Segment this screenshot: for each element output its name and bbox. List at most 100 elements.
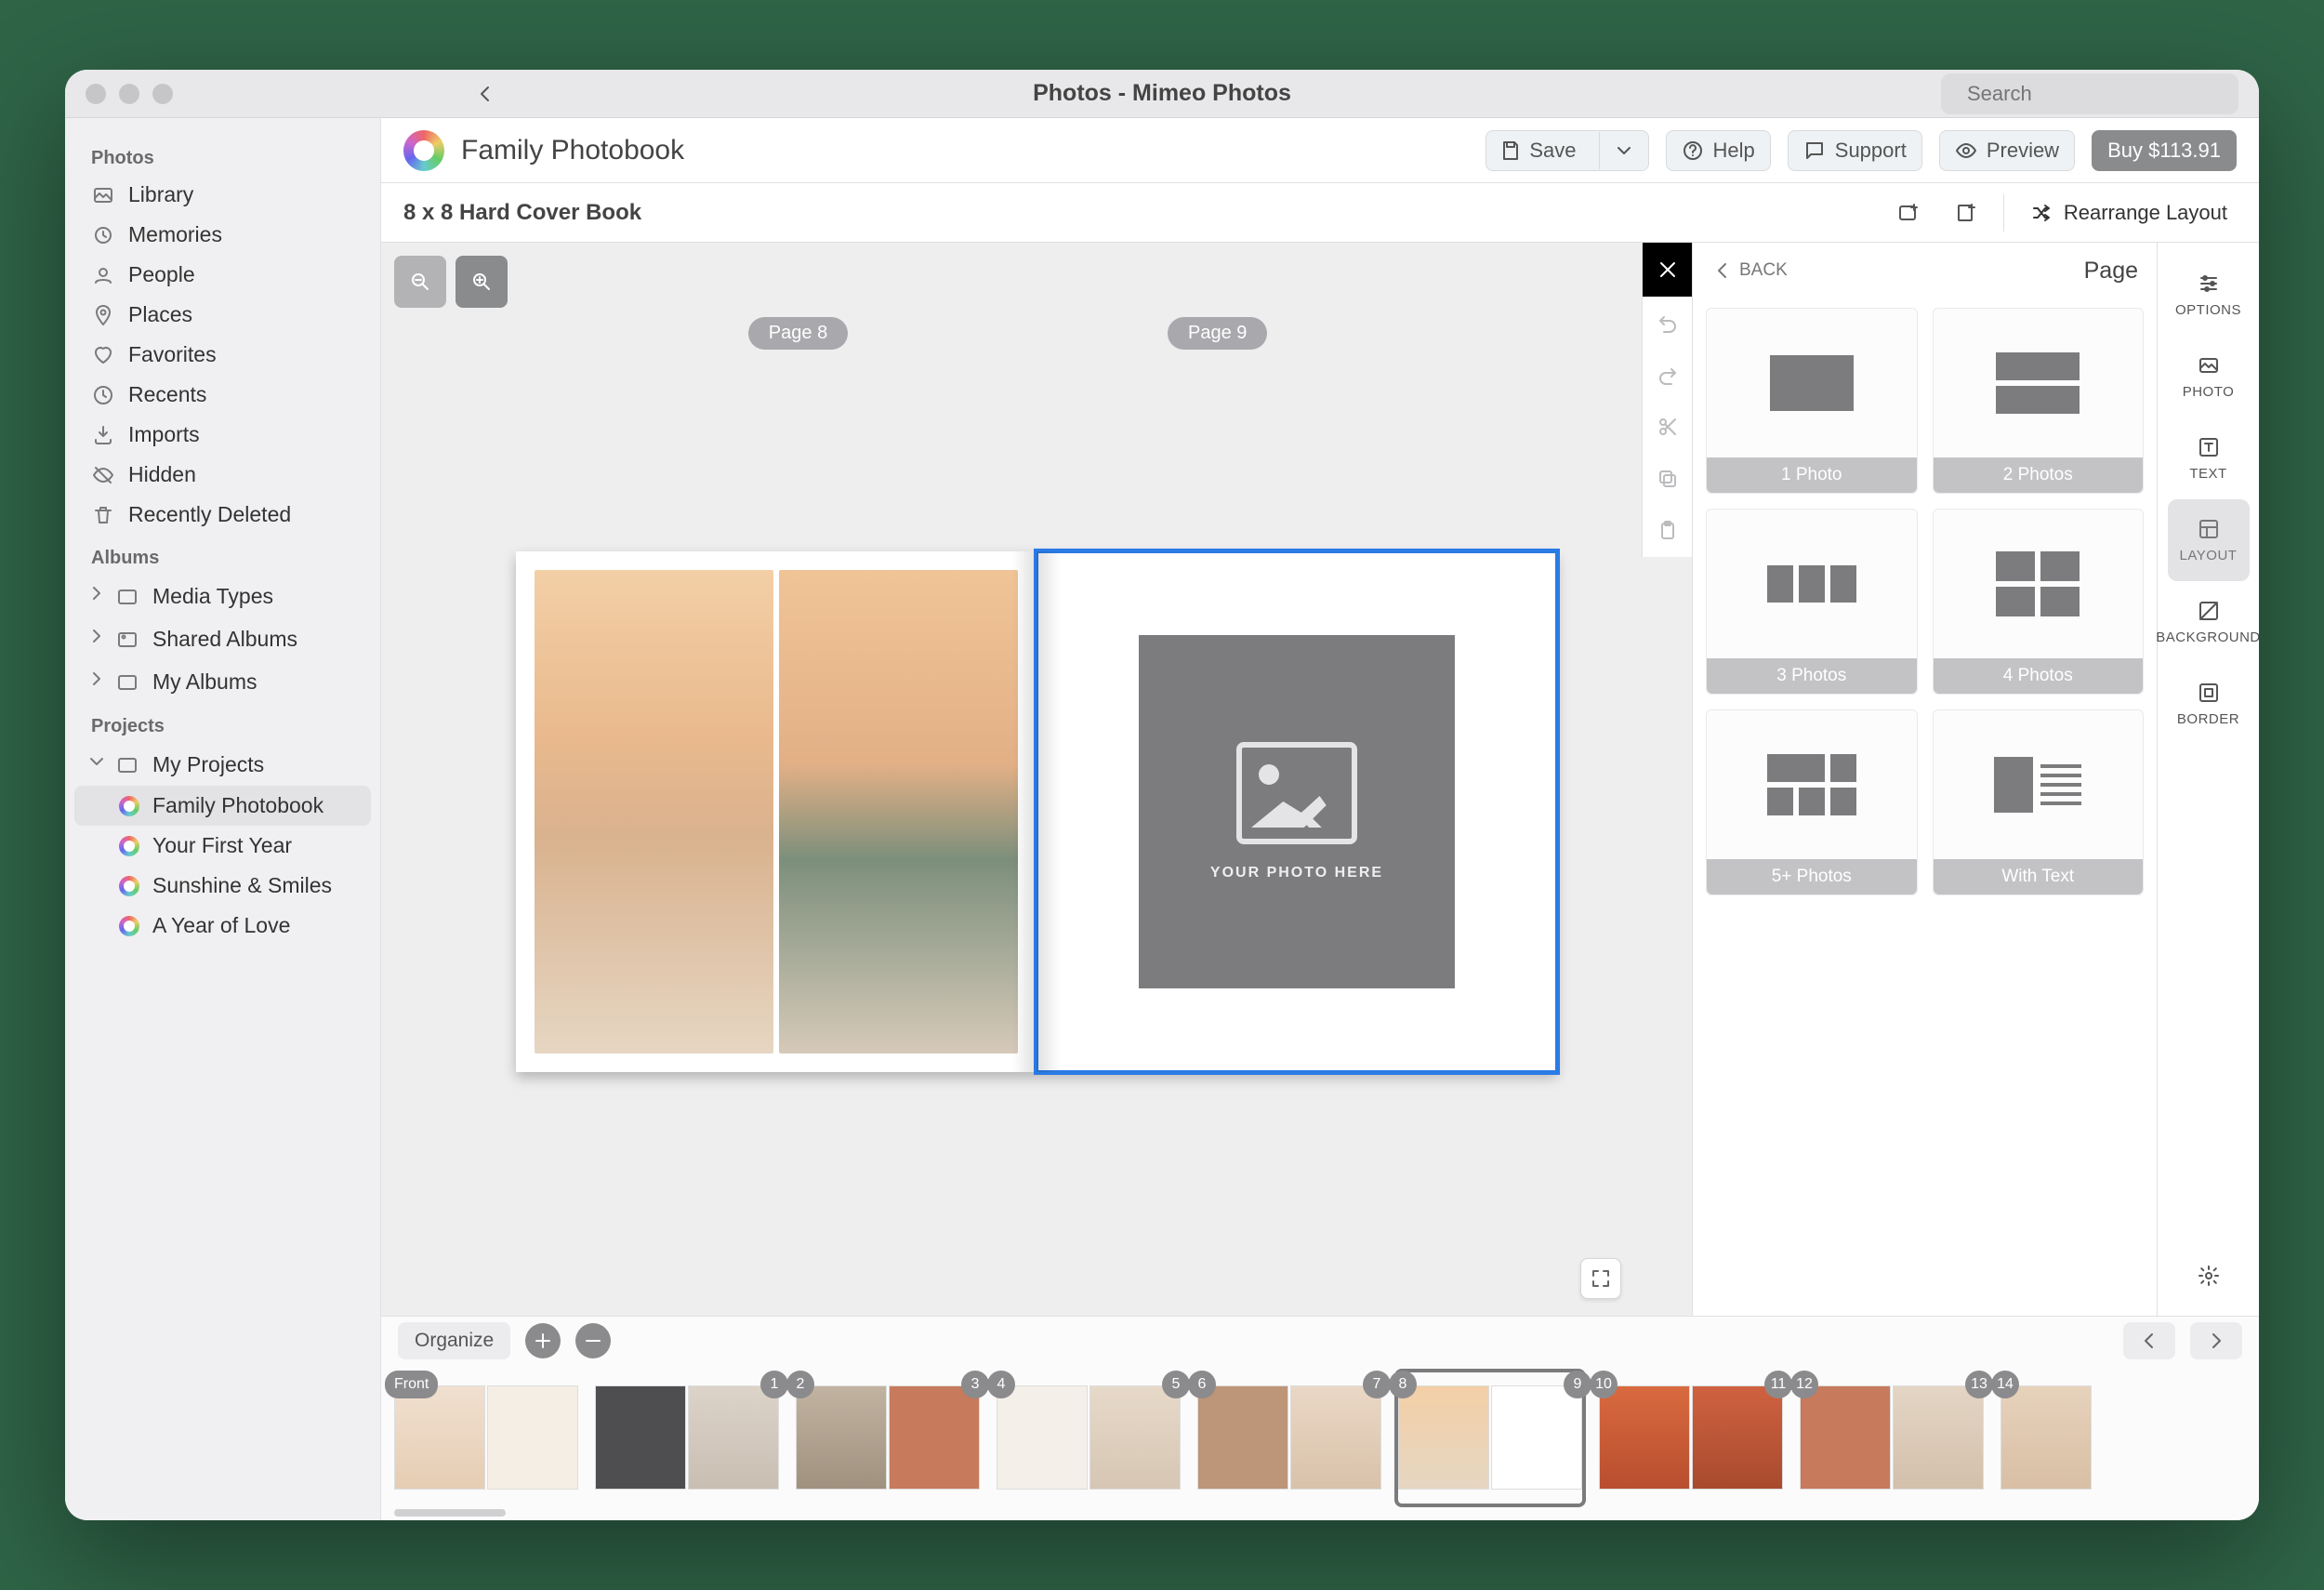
chevron-right-icon	[86, 582, 102, 610]
add-photo-button[interactable]	[1888, 192, 1929, 233]
sidebar-item-recents[interactable]: Recents	[74, 375, 371, 415]
thumbnail-strip[interactable]: Front 1 23 45 67 89 1011 1213 14	[381, 1365, 2259, 1507]
fullscreen-button[interactable]	[1580, 1258, 1621, 1299]
sidebar-item-shared-albums[interactable]: Shared Albums	[74, 617, 371, 660]
preview-button[interactable]: Preview	[1939, 130, 2075, 171]
eye-icon	[1955, 139, 1977, 162]
back-button[interactable]	[467, 75, 504, 113]
search-input[interactable]	[1965, 81, 2237, 107]
chat-icon	[1803, 139, 1826, 162]
memories-icon	[91, 224, 115, 246]
sidebar-item-favorites[interactable]: Favorites	[74, 335, 371, 375]
undo-button[interactable]	[1643, 297, 1692, 349]
paste-button[interactable]	[1643, 505, 1692, 557]
zoom-window-icon[interactable]	[152, 84, 173, 104]
tool-border[interactable]: BORDER	[2168, 663, 2250, 745]
placeholder-text: YOUR PHOTO HERE	[1210, 865, 1383, 881]
tool-layout[interactable]: LAYOUT	[2168, 499, 2250, 581]
tool-label: BORDER	[2177, 711, 2239, 727]
photo-slot[interactable]	[779, 570, 1018, 1053]
layout-option-5-photos[interactable]: 5+ Photos	[1706, 709, 1918, 895]
redo-button[interactable]	[1643, 349, 1692, 401]
layout-caption: 2 Photos	[1934, 457, 2144, 493]
sidebar-item-places[interactable]: Places	[74, 295, 371, 335]
sidebar-item-hidden[interactable]: Hidden	[74, 455, 371, 495]
thumb-spread[interactable]: 14	[2000, 1372, 2092, 1504]
sidebar-item-sunshine-smiles[interactable]: Sunshine & Smiles	[74, 866, 371, 906]
tool-background[interactable]: BACKGROUND	[2168, 581, 2250, 663]
zoom-out-button[interactable]	[394, 256, 446, 308]
settings-button[interactable]	[2185, 1252, 2232, 1299]
layout-option-1-photo[interactable]: 1 Photo	[1706, 308, 1918, 494]
titlebar: Photos - Mimeo Photos	[65, 70, 2259, 118]
sidebar-item-label: Imports	[128, 422, 200, 447]
sidebar-item-library[interactable]: Library	[74, 175, 371, 215]
copy-button[interactable]	[1643, 453, 1692, 505]
layout-option-with-text[interactable]: With Text	[1933, 709, 2145, 895]
sidebar-item-your-first-year[interactable]: Your First Year	[74, 826, 371, 866]
sidebar-item-year-of-love[interactable]: A Year of Love	[74, 906, 371, 946]
cut-button[interactable]	[1643, 401, 1692, 453]
page-right[interactable]: YOUR PHOTO HERE	[1037, 551, 1557, 1072]
help-label: Help	[1713, 139, 1755, 163]
thumb-front-cover[interactable]: Front	[394, 1372, 578, 1504]
sidebar-item-my-projects[interactable]: My Projects	[74, 743, 371, 786]
rearrange-label: Rearrange Layout	[2064, 201, 2227, 225]
help-button[interactable]: Help	[1666, 130, 1771, 171]
thumb-spread[interactable]: 23	[796, 1372, 980, 1504]
sidebar-item-family-photobook[interactable]: Family Photobook	[74, 786, 371, 826]
add-page-button[interactable]	[1946, 192, 1987, 233]
thumb-spread[interactable]: 1011	[1599, 1372, 1783, 1504]
panel-back-button[interactable]: BACK	[1711, 259, 1788, 282]
photo-slot[interactable]	[535, 570, 773, 1053]
scissors-icon	[1657, 416, 1679, 438]
layout-option-3-photos[interactable]: 3 Photos	[1706, 509, 1918, 695]
sidebar-item-media-types[interactable]: Media Types	[74, 575, 371, 617]
layout-caption: 3 Photos	[1707, 658, 1917, 694]
mimeo-icon	[119, 876, 139, 896]
save-dropdown[interactable]	[1599, 132, 1648, 169]
sidebar-item-recently-deleted[interactable]: Recently Deleted	[74, 495, 371, 535]
folder-icon	[115, 753, 139, 775]
next-page-button[interactable]	[2190, 1322, 2242, 1359]
remove-spread-button[interactable]	[575, 1323, 611, 1358]
buy-button[interactable]: Buy $113.91	[2092, 130, 2237, 171]
thumb-spread[interactable]: 1213	[1800, 1372, 1984, 1504]
layout-caption: 5+ Photos	[1707, 859, 1917, 894]
sidebar-item-people[interactable]: People	[74, 255, 371, 295]
zoom-out-icon	[409, 271, 431, 293]
close-panel-button[interactable]	[1643, 243, 1692, 297]
thumb-spread[interactable]: 67	[1197, 1372, 1381, 1504]
search-field[interactable]	[1941, 73, 2238, 114]
heart-icon	[91, 344, 115, 366]
tool-text[interactable]: TEXT	[2168, 417, 2250, 499]
support-button[interactable]: Support	[1788, 130, 1922, 171]
sidebar-item-memories[interactable]: Memories	[74, 215, 371, 255]
organize-button[interactable]: Organize	[398, 1322, 510, 1359]
import-icon	[91, 424, 115, 446]
support-label: Support	[1835, 139, 1907, 163]
sidebar-item-label: Recently Deleted	[128, 502, 291, 527]
zoom-in-button[interactable]	[456, 256, 508, 308]
tool-photo[interactable]: PHOTO	[2168, 336, 2250, 417]
thumb-spread[interactable]: 45	[997, 1372, 1181, 1504]
folder-icon	[115, 585, 139, 607]
layout-option-4-photos[interactable]: 4 Photos	[1933, 509, 2145, 695]
photo-placeholder[interactable]: YOUR PHOTO HERE	[1139, 635, 1455, 988]
sidebar-item-label: Recents	[128, 382, 206, 407]
minimize-window-icon[interactable]	[119, 84, 139, 104]
tool-options[interactable]: OPTIONS	[2168, 254, 2250, 336]
thumb-spread[interactable]: 1	[595, 1372, 779, 1504]
close-window-icon[interactable]	[86, 84, 106, 104]
sidebar-item-imports[interactable]: Imports	[74, 415, 371, 455]
layout-option-2-photos[interactable]: 2 Photos	[1933, 308, 2145, 494]
thumb-spread-selected[interactable]: 89	[1398, 1372, 1582, 1504]
sidebar-item-label: Sunshine & Smiles	[152, 873, 332, 898]
rearrange-layout-button[interactable]: Rearrange Layout	[2021, 201, 2237, 225]
page-left[interactable]	[516, 551, 1037, 1072]
scrollbar[interactable]	[381, 1507, 2259, 1520]
sidebar-item-my-albums[interactable]: My Albums	[74, 660, 371, 703]
add-spread-button[interactable]	[525, 1323, 561, 1358]
save-button[interactable]: Save	[1486, 130, 1648, 171]
prev-page-button[interactable]	[2123, 1322, 2175, 1359]
